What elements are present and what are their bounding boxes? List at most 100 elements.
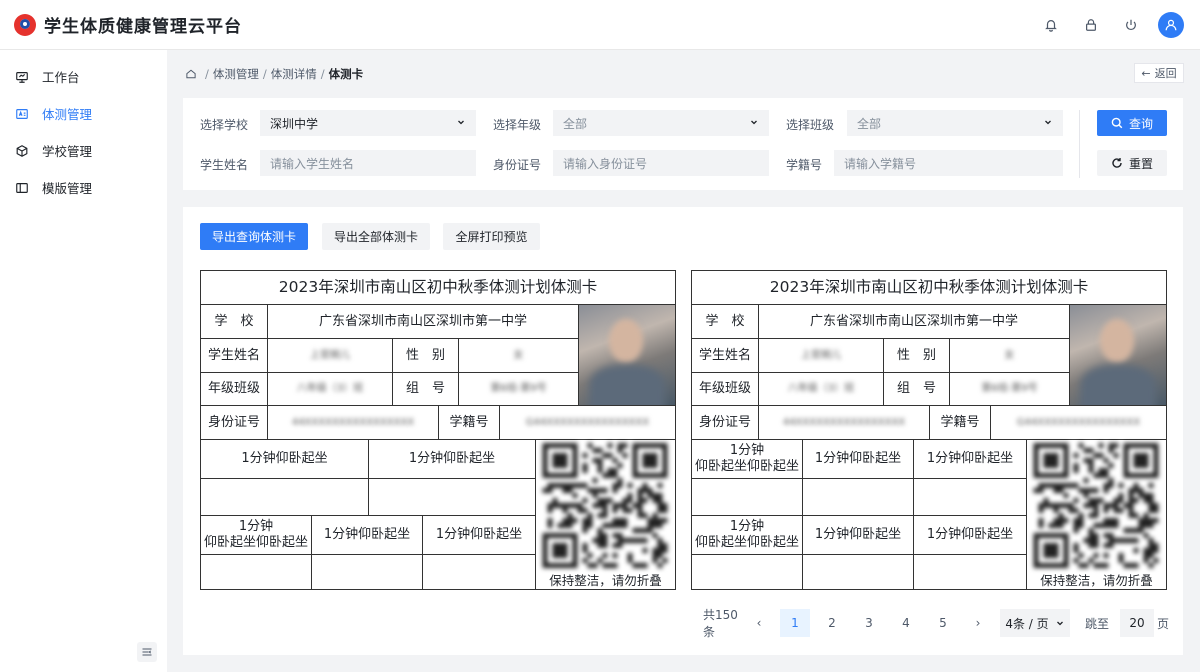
- group-value: 第6组-第9号: [981, 383, 1038, 394]
- id-number-input[interactable]: 请输入身份证号: [553, 150, 769, 176]
- sidebar-item-label: 学校管理: [42, 144, 93, 159]
- student-photo: [579, 305, 675, 405]
- sidebar-item-test-management[interactable]: 体测管理: [0, 95, 167, 132]
- prev-page-icon[interactable]: ‹: [749, 609, 769, 637]
- test-item-header: 1分钟仰卧起坐: [241, 451, 328, 467]
- next-page-icon[interactable]: ›: [968, 609, 988, 637]
- test-card: 2023年深圳市南山区初中秋季体测计划体测卡 学 校 广东省深圳市南山区深圳市第…: [200, 270, 676, 590]
- student-name-input[interactable]: 请输入学生姓名: [260, 150, 476, 176]
- breadcrumb-item[interactable]: 体测详情: [271, 66, 317, 82]
- test-item-header: 1分钟仰卧起坐: [435, 527, 523, 543]
- sidebar-item-template-management[interactable]: 模版管理: [0, 169, 167, 206]
- id-value: 44XXXXXXXXXXXXXXXX: [782, 416, 906, 428]
- test-item-header: 1分钟仰卧起坐: [814, 527, 902, 543]
- divider: [1079, 110, 1080, 178]
- grade-label: 年级班级: [207, 381, 260, 397]
- test-item-header: 1分钟仰卧起坐: [408, 451, 496, 467]
- grade-select[interactable]: 全部: [553, 110, 769, 136]
- id-value: 44XXXXXXXXXXXXXXXX: [291, 416, 415, 428]
- query-button[interactable]: 查询: [1097, 110, 1167, 136]
- id-card-icon: [15, 107, 29, 121]
- top-header: 学生体质健康管理云平台: [0, 0, 1200, 50]
- reset-button[interactable]: 重置: [1097, 150, 1167, 176]
- card-panel: 导出查询体测卡 导出全部体测卡 全屏打印预览 2023年深圳市南山区初中秋季体测…: [183, 207, 1183, 655]
- pagination: 共150条 ‹ 1 2 3 4 5 › 4条 / 页 跳至 20 页: [183, 607, 1183, 639]
- jump-label: 跳至: [1084, 616, 1109, 631]
- gender-label: 性 别: [405, 347, 445, 363]
- bell-icon[interactable]: [1038, 12, 1064, 38]
- app-title: 学生体质健康管理云平台: [44, 17, 242, 37]
- gender-label: 性 别: [896, 347, 936, 363]
- test-item-header: 1分钟仰卧起坐: [926, 527, 1014, 543]
- page-item[interactable]: 4: [891, 609, 921, 637]
- qr-code: [1033, 443, 1159, 568]
- school-value: 广东省深圳市南山区深圳市第一中学: [809, 313, 1018, 329]
- collapse-menu-icon[interactable]: [137, 642, 157, 662]
- sid-label: 学籍号: [940, 414, 980, 430]
- refresh-icon: [1112, 158, 1122, 168]
- gender-value: 女: [513, 349, 524, 361]
- breadcrumb-current: 体测卡: [328, 67, 364, 81]
- breadcrumb-item[interactable]: 体测管理: [213, 66, 259, 82]
- power-icon[interactable]: [1118, 12, 1144, 38]
- school-label: 选择学校: [200, 118, 249, 132]
- class-label: 选择班级: [786, 118, 835, 132]
- school-select[interactable]: 深圳中学: [260, 110, 476, 136]
- card-title: 2023年深圳市南山区初中秋季体测计划体测卡: [278, 278, 598, 297]
- school-label: 学 校: [705, 313, 745, 329]
- page-item[interactable]: 2: [817, 609, 847, 637]
- page-item[interactable]: 5: [928, 609, 958, 637]
- header-actions: [1038, 12, 1184, 38]
- sidebar-item-school-management[interactable]: 学校管理: [0, 132, 167, 169]
- test-card: 2023年深圳市南山区初中秋季体测计划体测卡 学 校 广东省深圳市南山区深圳市第…: [691, 270, 1167, 590]
- school-value: 广东省深圳市南山区深圳市第一中学: [318, 313, 527, 329]
- grade-label: 选择年级: [493, 118, 542, 132]
- group-label: 组 号: [896, 381, 936, 397]
- name-label: 学生姓名: [698, 347, 751, 363]
- home-icon[interactable]: [185, 68, 197, 80]
- sidebar: 工作台 体测管理 学校管理 模版管理: [0, 50, 167, 672]
- print-preview-button[interactable]: 全屏打印预览: [443, 223, 540, 250]
- id-label: 身份证号: [207, 414, 260, 430]
- group-label: 组 号: [405, 381, 445, 397]
- grade-label: 年级班级: [698, 381, 751, 397]
- qr-caption: 保持整洁，请勿折叠: [549, 573, 662, 588]
- id-number-label: 身份证号: [493, 158, 542, 172]
- test-item-header: 1分钟仰卧起坐: [323, 527, 411, 543]
- grade-value: 八年级（3）班: [787, 383, 855, 394]
- qr-code: [542, 443, 668, 568]
- sidebar-item-label: 工作台: [42, 70, 80, 85]
- test-item-header: 1分钟仰卧起坐: [926, 451, 1014, 467]
- export-query-button[interactable]: 导出查询体测卡: [200, 223, 308, 250]
- sidebar-item-workbench[interactable]: 工作台: [0, 58, 167, 95]
- test-item-header: 1分钟仰卧起坐: [814, 451, 902, 467]
- arrow-left-icon: ←: [1141, 66, 1151, 80]
- jump-input[interactable]: 20: [1120, 609, 1154, 637]
- back-button[interactable]: ← 返回: [1134, 63, 1184, 83]
- chevron-down-icon: [458, 120, 464, 125]
- sidebar-item-label: 体测管理: [42, 107, 93, 122]
- sidebar-item-label: 模版管理: [42, 181, 93, 196]
- lock-icon[interactable]: [1078, 12, 1104, 38]
- page-size-select[interactable]: 4条 / 页: [1000, 609, 1070, 637]
- class-select[interactable]: 全部: [847, 110, 1063, 136]
- cube-icon: [15, 144, 29, 158]
- monitor-icon: [15, 70, 29, 84]
- breadcrumb: / 体测管理 / 体测详情 / 体测卡: [185, 66, 363, 82]
- filter-panel: 选择学校 深圳中学 选择年级 全部 选择班级 全部 学生姓名 请输入学生姓名 身…: [183, 98, 1183, 190]
- sid-value: G44XXXXXXXXXXXXXXX: [525, 416, 650, 428]
- name-label: 学生姓名: [207, 347, 260, 363]
- user-avatar-icon[interactable]: [1158, 12, 1184, 38]
- export-all-button[interactable]: 导出全部体测卡: [322, 223, 430, 250]
- chevron-down-icon: [751, 120, 757, 125]
- page-item[interactable]: 3: [854, 609, 884, 637]
- layout-icon: [15, 181, 29, 195]
- test-item-header: 1分钟 仰卧起坐仰卧起坐: [694, 519, 799, 550]
- gender-value: 女: [1004, 349, 1015, 361]
- test-item-value: [201, 479, 368, 515]
- sid-value: G44XXXXXXXXXXXXXXX: [1016, 416, 1141, 428]
- card-title: 2023年深圳市南山区初中秋季体测计划体测卡: [769, 278, 1089, 297]
- page-item[interactable]: 1: [780, 609, 810, 637]
- student-name-label: 学生姓名: [200, 158, 249, 172]
- student-id-input[interactable]: 请输入学籍号: [834, 150, 1063, 176]
